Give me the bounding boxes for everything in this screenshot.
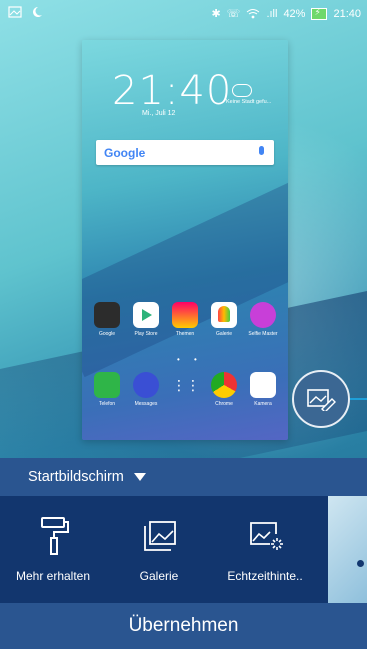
selected-indicator bbox=[357, 560, 364, 567]
app-messages[interactable]: Messages bbox=[127, 372, 165, 407]
bluetooth-icon: ✱ bbox=[211, 8, 221, 20]
live-wallpaper-icon bbox=[250, 522, 283, 550]
preview-clock: 21:40 bbox=[112, 68, 233, 114]
callout-line bbox=[350, 398, 367, 400]
status-bar: ✱ ☏ .ıll 42% 21:40 bbox=[0, 0, 367, 28]
option-live-wallpaper-label: Echtzeithinte.. bbox=[227, 569, 303, 583]
app-row-1: Google Play Store Themen Galerie Selfie … bbox=[88, 302, 282, 337]
homescreen-preview[interactable]: 21:40 Mi., Juli 12 Keine Stadt gefu... G… bbox=[82, 40, 288, 440]
option-gallery[interactable]: Galerie bbox=[106, 496, 212, 603]
wallpaper-source-options: Mehr erhalten Galerie Echtzeithinte.. bbox=[0, 496, 328, 603]
preview-date: Mi., Juli 12 bbox=[142, 110, 176, 117]
image-icon bbox=[8, 6, 22, 18]
option-gallery-label: Galerie bbox=[139, 569, 179, 583]
edit-image-icon bbox=[307, 389, 336, 411]
option-more[interactable]: Mehr erhalten bbox=[0, 496, 106, 603]
battery-percent: 42% bbox=[283, 7, 306, 20]
mic-icon bbox=[259, 146, 264, 155]
option-live-wallpaper[interactable]: Echtzeithinte.. bbox=[212, 496, 318, 603]
wallpaper-thumbnail[interactable] bbox=[328, 496, 367, 603]
call-icon: ☏ bbox=[226, 8, 241, 20]
app-google[interactable]: Google bbox=[88, 302, 126, 337]
app-drawer-icon[interactable]: ⋮⋮ bbox=[166, 372, 204, 407]
app-play-store[interactable]: Play Store bbox=[127, 302, 165, 337]
app-galerie[interactable]: Galerie bbox=[205, 302, 243, 337]
app-kamera[interactable]: Kamera bbox=[244, 372, 282, 407]
app-themen[interactable]: Themen bbox=[166, 302, 204, 337]
gallery-icon bbox=[144, 521, 176, 551]
dropdown-label: Startbildschirm bbox=[28, 469, 124, 485]
preview-weather: Keine Stadt gefu... bbox=[226, 84, 271, 105]
caret-down-icon bbox=[133, 473, 146, 481]
app-row-2: Telefon Messages ⋮⋮ Chrome Kamera bbox=[88, 372, 282, 407]
paint-roller-icon bbox=[41, 517, 69, 555]
battery-icon bbox=[311, 7, 328, 20]
option-more-label: Mehr erhalten bbox=[15, 569, 91, 583]
wallpaper-target-dropdown[interactable]: Startbildschirm bbox=[0, 458, 367, 496]
moon-icon bbox=[33, 7, 42, 17]
apply-button[interactable]: Übernehmen bbox=[0, 603, 367, 649]
app-chrome[interactable]: Chrome bbox=[205, 372, 243, 407]
status-time: 21:40 bbox=[333, 7, 361, 20]
google-search-bar[interactable]: Google bbox=[96, 140, 274, 165]
app-telefon[interactable]: Telefon bbox=[88, 372, 126, 407]
cloud-icon bbox=[232, 84, 252, 97]
wifi-icon bbox=[247, 8, 260, 18]
edit-wallpaper-button[interactable] bbox=[292, 370, 350, 428]
google-logo: Google bbox=[104, 145, 146, 160]
signal-icon: .ıll bbox=[266, 7, 278, 20]
app-selfie-master[interactable]: Selfie Master bbox=[244, 302, 282, 337]
weather-text: Keine Stadt gefu... bbox=[226, 99, 272, 105]
page-indicator: • • bbox=[177, 355, 203, 364]
